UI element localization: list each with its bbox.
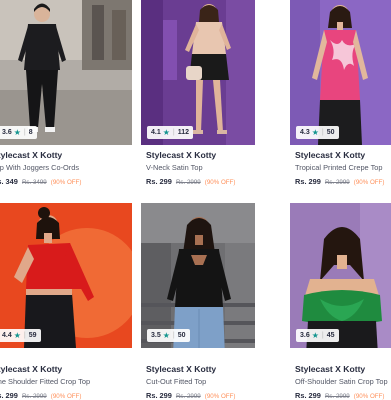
rating-divider: | (321, 332, 324, 339)
rating-badge: 3.6 ★ | 8 (0, 126, 37, 139)
product-image[interactable]: 4.4 ★ | 59 (0, 203, 132, 348)
product-image[interactable]: 4.1 ★ | 112 (141, 0, 281, 145)
product-discount: (90% OFF) (50, 393, 82, 400)
star-icon: ★ (13, 127, 21, 137)
rating-divider: | (23, 129, 26, 136)
rating-value: 4.3 (300, 129, 310, 136)
rating-badge: 3.5 ★ | 50 (147, 329, 190, 342)
product-mrp: Rs. 2999 (21, 393, 47, 400)
star-icon: ★ (311, 127, 319, 137)
product-price: Rs. 299 (146, 177, 172, 186)
product-discount: (90% OFF) (50, 179, 82, 186)
product-image[interactable]: 3.5 ★ | 50 (141, 203, 281, 348)
product-discount: (90% OFF) (204, 179, 236, 186)
rating-count: 112 (177, 129, 190, 136)
product-card-top-with-joggers[interactable]: 3.6 ★ | 8 Stylecast X Kotty Top With Jog… (0, 0, 132, 190)
product-brand: Stylecast X Kotty (146, 150, 217, 160)
product-card-one-shoulder[interactable]: 4.4 ★ | 59 Stylecast X Kotty One Shoulde… (0, 203, 132, 400)
product-price: Rs. 299 (0, 391, 18, 400)
product-discount: (90% OFF) (353, 179, 385, 186)
rating-badge: 4.3 ★ | 50 (296, 126, 339, 139)
product-info: Stylecast X Kotty Top With Joggers Co-Or… (0, 150, 132, 188)
product-grid: 3.6 ★ | 8 Stylecast X Kotty Top With Jog… (0, 0, 391, 400)
price-row: Rs. 299 Rs. 2999 (90% OFF) (0, 390, 132, 400)
rating-divider: | (321, 129, 324, 136)
product-info: Stylecast X Kotty Tropical Printed Crepe… (295, 150, 391, 188)
product-brand: Stylecast X Kotty (0, 150, 63, 160)
product-image[interactable]: 4.3 ★ | 50 (290, 0, 391, 145)
product-brand: Stylecast X Kotty (146, 364, 217, 374)
product-info: Stylecast X Kotty Cut-Out Fitted Top Rs.… (146, 364, 286, 400)
rating-badge: 4.4 ★ | 59 (0, 329, 41, 342)
product-info: Stylecast X Kotty One Shoulder Fitted Cr… (0, 364, 132, 400)
rating-divider: | (172, 129, 175, 136)
product-card-tropical-printed[interactable]: 4.3 ★ | 50 Stylecast X Kotty Tropical Pr… (290, 0, 391, 190)
rating-divider: | (172, 332, 175, 339)
product-mrp: Rs. 2999 (324, 393, 350, 400)
rating-value: 3.6 (2, 129, 12, 136)
product-price: Rs. 299 (295, 391, 321, 400)
product-title: Tropical Printed Crepe Top (295, 163, 383, 172)
rating-value: 3.6 (300, 332, 310, 339)
price-row: Rs. 299 Rs. 2999 (90% OFF) (146, 176, 286, 188)
product-price: Rs. 349 (0, 177, 18, 186)
star-icon: ★ (162, 330, 170, 340)
product-info: Stylecast X Kotty Off-Shoulder Satin Cro… (295, 364, 391, 400)
product-brand: Stylecast X Kotty (295, 150, 366, 160)
product-mrp: Rs. 2999 (175, 179, 201, 186)
price-row: Rs. 299 Rs. 2999 (90% OFF) (295, 176, 391, 188)
product-card-cut-out-fitted[interactable]: 3.5 ★ | 50 Stylecast X Kotty Cut-Out Fit… (141, 203, 281, 400)
rating-count: 59 (28, 332, 37, 339)
product-discount: (90% OFF) (353, 393, 385, 400)
product-card-off-shoulder-satin[interactable]: 3.6 ★ | 45 Stylecast X Kotty Off-Shoulde… (290, 203, 391, 400)
price-row: Rs. 349 Rs. 3499 (90% OFF) (0, 176, 132, 188)
rating-value: 4.4 (2, 332, 12, 339)
rating-badge: 4.1 ★ | 112 (147, 126, 194, 139)
product-card-v-neck-satin[interactable]: 4.1 ★ | 112 Stylecast X Kotty V-Neck Sat… (141, 0, 281, 190)
product-discount: (90% OFF) (204, 393, 236, 400)
product-price: Rs. 299 (146, 391, 172, 400)
rating-value: 3.5 (151, 332, 161, 339)
product-mrp: Rs. 2999 (175, 393, 201, 400)
product-title: V-Neck Satin Top (146, 163, 203, 172)
rating-value: 4.1 (151, 129, 161, 136)
star-icon: ★ (162, 127, 170, 137)
product-price: Rs. 299 (295, 177, 321, 186)
rating-count: 8 (28, 129, 33, 136)
product-title: Cut-Out Fitted Top (146, 377, 207, 386)
rating-divider: | (23, 332, 26, 339)
rating-count: 45 (326, 332, 335, 339)
price-row: Rs. 299 Rs. 2999 (90% OFF) (295, 390, 391, 400)
product-title: One Shoulder Fitted Crop Top (0, 377, 91, 386)
product-brand: Stylecast X Kotty (0, 364, 63, 374)
rating-badge: 3.6 ★ | 45 (296, 329, 339, 342)
product-title: Off-Shoulder Satin Crop Top (295, 377, 388, 386)
product-image[interactable]: 3.6 ★ | 8 (0, 0, 132, 145)
rating-count: 50 (177, 332, 186, 339)
product-brand: Stylecast X Kotty (295, 364, 366, 374)
product-mrp: Rs. 2999 (324, 179, 350, 186)
star-icon: ★ (13, 330, 21, 340)
product-mrp: Rs. 3499 (21, 179, 47, 186)
price-row: Rs. 299 Rs. 2999 (90% OFF) (146, 390, 286, 400)
product-title: Top With Joggers Co-Ords (0, 163, 80, 172)
product-info: Stylecast X Kotty V-Neck Satin Top Rs. 2… (146, 150, 286, 188)
rating-count: 50 (326, 129, 335, 136)
star-icon: ★ (311, 330, 319, 340)
product-image[interactable]: 3.6 ★ | 45 (290, 203, 391, 348)
